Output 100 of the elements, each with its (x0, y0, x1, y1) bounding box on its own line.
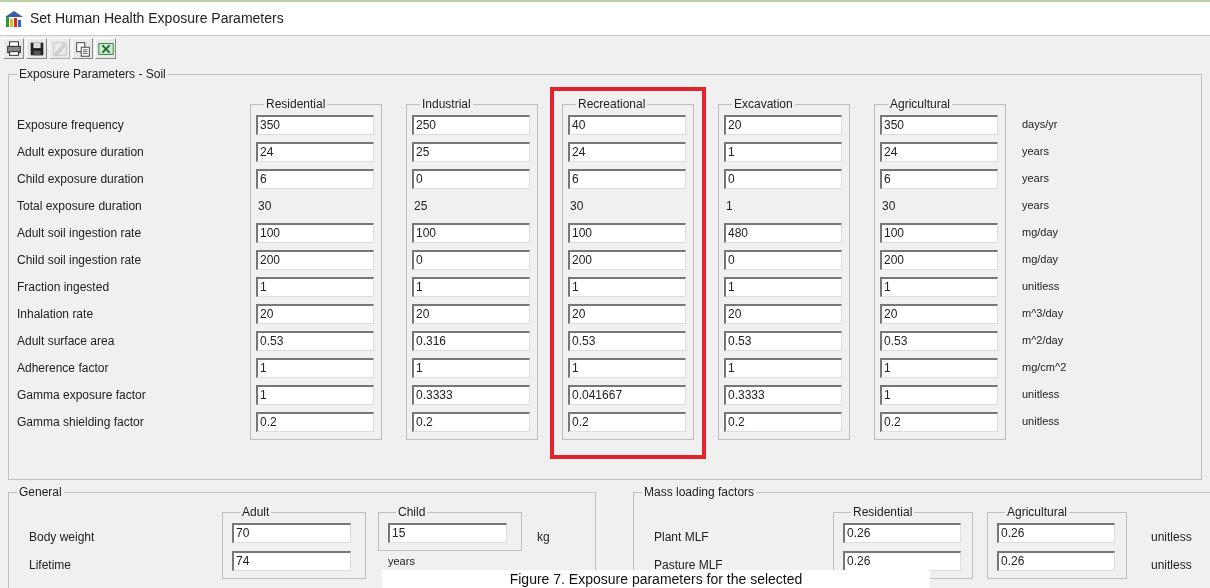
field-label: Inhalation rate (17, 305, 94, 323)
input-field[interactable]: 24 (568, 141, 686, 162)
group-title: Residential (265, 98, 327, 111)
input-field[interactable]: 350 (880, 114, 998, 135)
window-title: Set Human Health Exposure Parameters (30, 9, 284, 28)
input-field[interactable]: 20 (568, 303, 686, 324)
input-field[interactable]: 0.2 (880, 411, 998, 432)
toolbar-button[interactable] (3, 38, 24, 59)
input-field[interactable]: 0.26 (843, 551, 961, 571)
input-field[interactable]: 1 (724, 276, 842, 297)
input-field[interactable]: 20 (256, 303, 374, 324)
input-field[interactable]: 25 (412, 141, 530, 162)
input-field[interactable]: 20 (880, 303, 998, 324)
input-field[interactable]: 1 (724, 141, 842, 162)
unit-label: mg/day (1022, 225, 1059, 241)
toolbar-button[interactable] (72, 38, 93, 59)
input-field[interactable]: 1 (880, 384, 998, 405)
group-title: Residential (852, 506, 914, 519)
input-field[interactable]: 1 (724, 357, 842, 378)
pencil-icon (50, 39, 69, 58)
input-field[interactable]: 15 (388, 523, 507, 543)
app-icon (4, 9, 24, 28)
input-field[interactable]: 250 (412, 114, 530, 135)
input-field[interactable]: 0.2 (568, 411, 686, 432)
group-title: General (18, 486, 63, 499)
group-title: Excavation (733, 98, 794, 111)
input-field[interactable]: 40 (568, 114, 686, 135)
unit-label: unitless (1022, 279, 1060, 295)
unit-label: mg/day (1022, 252, 1059, 268)
group-title: Exposure Parameters - Soil (18, 68, 167, 81)
field-label: Child soil ingestion rate (17, 251, 142, 269)
input-field[interactable]: 0 (724, 168, 842, 189)
input-field[interactable]: 20 (724, 114, 842, 135)
field-label: Fraction ingested (17, 278, 110, 296)
field-label: Adult surface area (17, 332, 115, 350)
input-field[interactable]: 1 (256, 384, 374, 405)
input-field[interactable]: 0.2 (724, 411, 842, 432)
input-field[interactable]: 0.041667 (568, 384, 686, 405)
input-field[interactable]: 20 (724, 303, 842, 324)
input-field[interactable]: 0.53 (256, 330, 374, 351)
input-field[interactable]: 200 (256, 249, 374, 270)
value-text: 30 (881, 197, 896, 215)
value-text: 1 (725, 197, 733, 215)
group-title: Recreational (577, 98, 647, 111)
field-label: Total exposure duration (17, 197, 142, 215)
unit-label: unitless (1022, 414, 1060, 430)
input-field[interactable]: 1 (256, 357, 374, 378)
input-field[interactable]: 1 (568, 357, 686, 378)
input-field[interactable]: 20 (412, 303, 530, 324)
input-field[interactable]: 0 (724, 249, 842, 270)
input-field[interactable]: 1 (412, 276, 530, 297)
input-field[interactable]: 350 (256, 114, 374, 135)
unit-label: unitless (1022, 387, 1060, 403)
input-field[interactable]: 1 (568, 276, 686, 297)
field-label: Lifetime (29, 557, 72, 574)
input-field[interactable]: 0.26 (843, 523, 961, 543)
input-field[interactable]: 74 (232, 551, 351, 571)
field-label: Adherence factor (17, 359, 109, 377)
input-field[interactable]: 0 (412, 249, 530, 270)
input-field[interactable]: 0.3333 (412, 384, 530, 405)
input-field[interactable]: 6 (880, 168, 998, 189)
input-field[interactable]: 0.26 (997, 523, 1115, 543)
input-field[interactable]: 0.2 (256, 411, 374, 432)
input-field[interactable]: 100 (880, 222, 998, 243)
input-field[interactable]: 0.53 (880, 330, 998, 351)
unit-label: unitless (1151, 529, 1192, 546)
input-field[interactable]: 100 (412, 222, 530, 243)
input-field[interactable]: 480 (724, 222, 842, 243)
unit-label: kg (537, 529, 550, 546)
input-field[interactable]: 24 (256, 141, 374, 162)
input-field[interactable]: 100 (568, 222, 686, 243)
toolbar-button[interactable] (95, 38, 116, 59)
input-field[interactable]: 100 (256, 222, 374, 243)
input-field[interactable]: 0.2 (412, 411, 530, 432)
input-field[interactable]: 1 (256, 276, 374, 297)
input-field[interactable]: 1 (880, 276, 998, 297)
input-field[interactable]: 6 (568, 168, 686, 189)
unit-label: m^2/day (1022, 333, 1064, 349)
input-field[interactable]: 1 (412, 357, 530, 378)
input-field[interactable]: 0.53 (568, 330, 686, 351)
value-text: 25 (413, 197, 428, 215)
input-field[interactable]: 0.53 (724, 330, 842, 351)
field-label: Child exposure duration (17, 170, 144, 188)
input-field[interactable]: 200 (568, 249, 686, 270)
input-field[interactable]: 1 (880, 357, 998, 378)
input-field[interactable]: 6 (256, 168, 374, 189)
group-title: Child (397, 506, 427, 519)
field-label: Gamma exposure factor (17, 386, 146, 404)
figure-caption: Figure 7. Exposure parameters for the selected (509, 571, 803, 588)
toolbar-button[interactable] (26, 38, 47, 59)
input-field[interactable]: 0.316 (412, 330, 530, 351)
input-field[interactable]: 24 (880, 141, 998, 162)
unit-label: years (388, 553, 415, 569)
input-field[interactable]: 200 (880, 249, 998, 270)
input-field[interactable]: 0 (412, 168, 530, 189)
input-field[interactable]: 70 (232, 523, 351, 543)
field-label: Adult exposure duration (17, 143, 144, 161)
input-field[interactable]: 0.26 (997, 551, 1115, 571)
input-field[interactable]: 0.3333 (724, 384, 842, 405)
field-label: Exposure frequency (17, 116, 124, 134)
